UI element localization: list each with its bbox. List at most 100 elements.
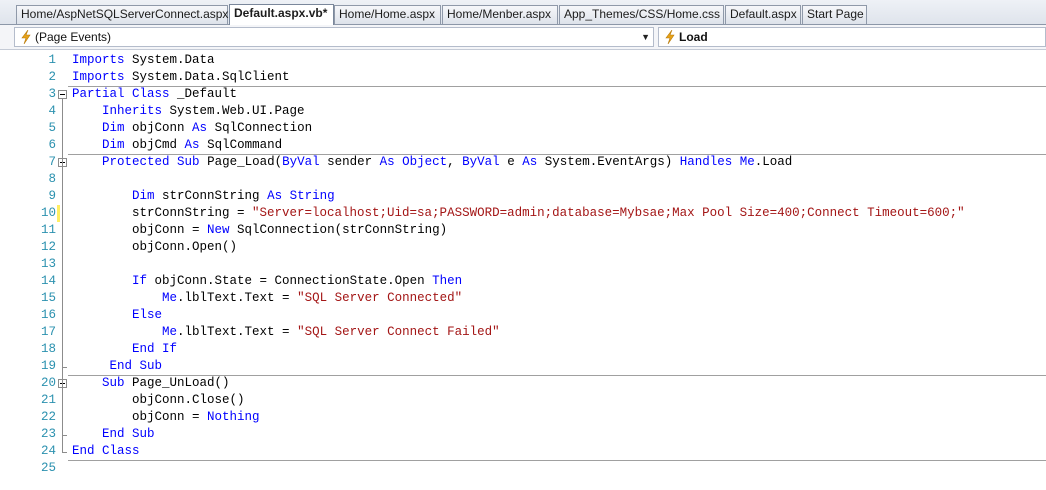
code-token: objConn xyxy=(124,121,193,135)
line-number: 25 xyxy=(40,461,56,475)
code-area[interactable]: 1 2 3 4 5 6 7 8 9 10 11 12 13 14 15 16 17 18 19 20 21 22 23 24 2… xyxy=(0,50,1046,490)
code-token: sender xyxy=(319,155,380,169)
line-number: 4 xyxy=(48,104,56,118)
keyword-token: Object xyxy=(402,155,448,169)
code-token: objConn.Open() xyxy=(72,240,238,254)
keyword-token: Dim xyxy=(132,189,155,203)
code-line[interactable]: Else xyxy=(72,307,162,324)
code-token: objConn.State = ConnectionState.Open xyxy=(147,274,433,288)
code-line[interactable]: objConn.Open() xyxy=(72,239,237,256)
tab-label: Default.aspx xyxy=(730,7,797,21)
line-number: 17 xyxy=(40,325,56,339)
code-line[interactable]: Partial Class _Default xyxy=(72,86,237,103)
tab-aspnet-sqlserver-connect[interactable]: Home/AspNetSQLServerConnect.aspx xyxy=(16,5,228,24)
code-line[interactable]: End Sub xyxy=(72,426,155,443)
code-token: .lblText.Text = xyxy=(177,291,298,305)
code-line[interactable]: Imports System.Data.SqlClient xyxy=(72,69,290,86)
line-number: 12 xyxy=(40,240,56,254)
change-marker xyxy=(57,205,60,222)
keyword-token: End Sub xyxy=(102,427,155,441)
code-line[interactable]: Dim objCmd As SqlCommand xyxy=(72,137,282,154)
document-tab-strip: Home/AspNetSQLServerConnect.aspx Default… xyxy=(0,0,1046,25)
code-line[interactable]: Imports System.Data xyxy=(72,52,215,69)
code-token: _Default xyxy=(169,87,238,101)
keyword-token: End Sub xyxy=(109,359,163,373)
line-number: 5 xyxy=(48,121,56,135)
line-number: 7 xyxy=(48,155,56,169)
lightning-event-icon xyxy=(665,30,675,44)
tab-start-page[interactable]: Start Page xyxy=(802,5,867,24)
line-number: 16 xyxy=(40,308,56,322)
code-line[interactable]: End If xyxy=(72,341,177,358)
line-number: 20 xyxy=(40,376,56,390)
keyword-token: Nothing xyxy=(207,410,260,424)
code-line[interactable]: objConn = Nothing xyxy=(72,409,260,426)
tab-home-home-aspx[interactable]: Home/Home.aspx xyxy=(334,5,441,24)
tab-label: App_Themes/CSS/Home.css xyxy=(564,7,721,21)
string-token: "SQL Server Connected" xyxy=(297,291,463,305)
line-number: 6 xyxy=(48,138,56,152)
class-name-dropdown[interactable]: (Page Events) ▼ xyxy=(14,27,654,47)
string-token: "SQL Server Connect Failed" xyxy=(297,325,500,339)
line-number: 19 xyxy=(40,359,56,373)
keyword-token: Me xyxy=(162,325,178,339)
code-token: Page_UnLoad() xyxy=(124,376,230,390)
code-line[interactable]: objConn = New SqlConnection(strConnStrin… xyxy=(72,222,447,239)
line-number: 1 xyxy=(48,53,56,67)
code-token: SqlConnection(strConnString) xyxy=(229,223,448,237)
code-line[interactable]: Inherits System.Web.UI.Page xyxy=(72,103,305,120)
keyword-token: Handles xyxy=(679,155,733,169)
code-line[interactable]: Dim strConnString As String xyxy=(72,188,335,205)
code-token: System.Data xyxy=(124,53,215,67)
method-name-dropdown[interactable]: Load xyxy=(658,27,1046,47)
code-line[interactable]: Me.lblText.Text = "SQL Server Connected" xyxy=(72,290,462,307)
code-line[interactable]: Me.lblText.Text = "SQL Server Connect Fa… xyxy=(72,324,500,341)
keyword-token: Protected xyxy=(102,155,170,169)
line-number: 3 xyxy=(48,87,56,101)
code-token: System.Data.SqlClient xyxy=(124,70,290,84)
code-token: SqlCommand xyxy=(199,138,283,152)
keyword-token: End If xyxy=(132,342,178,356)
code-token: System.EventArgs) xyxy=(537,155,680,169)
keyword-token: ByVal xyxy=(462,155,500,169)
tab-label: Home/AspNetSQLServerConnect.aspx xyxy=(21,7,229,21)
collapse-region-icon[interactable] xyxy=(58,90,67,99)
code-line[interactable]: End Class xyxy=(72,443,140,460)
code-line[interactable]: Dim objConn As SqlConnection xyxy=(72,120,312,137)
navigation-bar: (Page Events) ▼ Load xyxy=(0,25,1046,50)
tab-default-aspx[interactable]: Default.aspx xyxy=(725,5,801,24)
code-line[interactable]: objConn.Close() xyxy=(72,392,245,409)
tab-default-aspx-vb[interactable]: Default.aspx.vb* xyxy=(229,4,334,25)
code-line[interactable]: strConnString = "Server=localhost;Uid=sa… xyxy=(72,205,965,222)
class-name-value: (Page Events) xyxy=(35,30,112,44)
keyword-token: Sub xyxy=(177,155,200,169)
line-number: 2 xyxy=(48,70,56,84)
tab-label: Default.aspx.vb* xyxy=(234,6,328,20)
tab-label: Home/Menber.aspx xyxy=(447,7,552,21)
code-token: objConn = xyxy=(72,410,208,424)
keyword-token: Me xyxy=(162,291,178,305)
code-line[interactable]: End Sub xyxy=(72,358,163,375)
keyword-token: Inherits xyxy=(102,104,163,118)
code-line[interactable]: Protected Sub Page_Load(ByVal sender As … xyxy=(72,154,792,171)
procedure-separator xyxy=(68,460,1046,461)
code-line[interactable]: If objConn.State = ConnectionState.Open … xyxy=(72,273,462,290)
code-line[interactable]: Sub Page_UnLoad() xyxy=(72,375,230,392)
tab-home-menber-aspx[interactable]: Home/Menber.aspx xyxy=(442,5,558,24)
tab-home-css[interactable]: App_Themes/CSS/Home.css xyxy=(559,5,724,24)
line-number: 15 xyxy=(40,291,56,305)
line-number: 22 xyxy=(40,410,56,424)
outline-end-marker xyxy=(62,452,67,453)
selection-margin[interactable] xyxy=(0,50,16,490)
line-number: 14 xyxy=(40,274,56,288)
